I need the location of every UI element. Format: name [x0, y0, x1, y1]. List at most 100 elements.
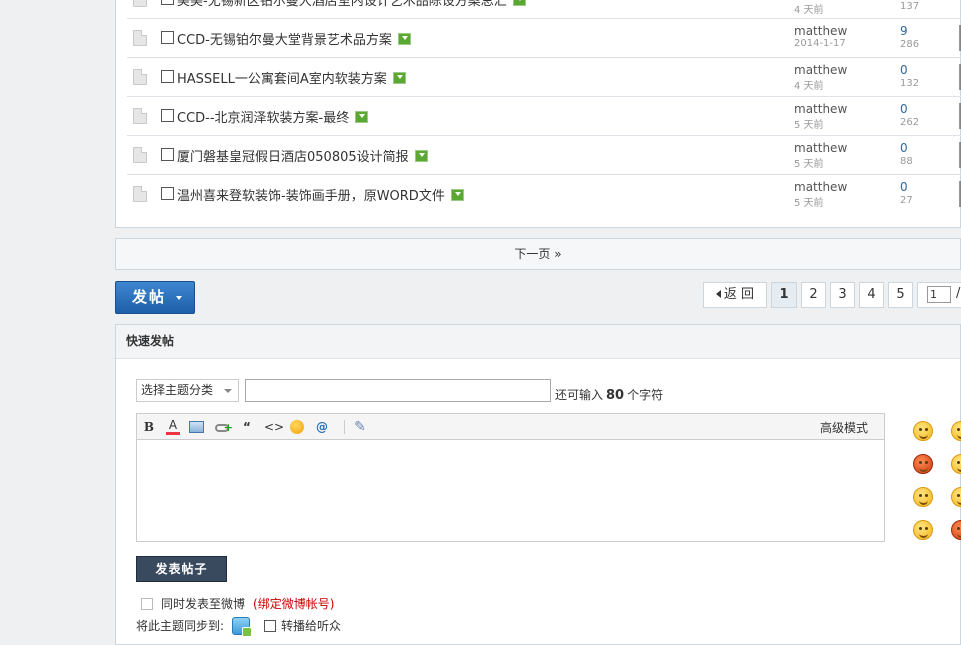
select-checkbox[interactable] [161, 0, 174, 5]
new-post-button[interactable]: 发帖 [115, 281, 195, 314]
chevron-down-icon [224, 389, 232, 393]
attachment-image-icon [392, 72, 406, 84]
submit-post-button[interactable]: 发表帖子 [136, 556, 227, 582]
thread-views: 88 [900, 156, 913, 167]
document-icon [133, 147, 147, 163]
category-select[interactable]: 选择主题分类 [136, 379, 239, 402]
counter-suffix: 个字符 [627, 388, 664, 402]
smiley-shy-icon[interactable] [913, 520, 933, 540]
counter-prefix: 还可输入 [555, 388, 604, 402]
page-2[interactable]: 2 [801, 282, 826, 308]
thread-title[interactable]: CCD--北京润泽软装方案-最终 [177, 107, 369, 126]
broadcast-checkbox[interactable] [264, 620, 277, 632]
thread-replies[interactable]: 0 [900, 63, 908, 77]
thread-views: 286 [900, 39, 920, 50]
thread-replies[interactable]: 0 [900, 141, 908, 155]
select-checkbox[interactable] [161, 31, 174, 44]
tencent-weibo-icon[interactable] [232, 617, 253, 637]
smiley-icon[interactable] [913, 421, 933, 441]
document-icon [133, 0, 147, 7]
chevron-down-icon [176, 296, 182, 300]
table-row[interactable]: CCD-无锡铂尔曼大堂背景艺术品方案 matthew 2014-1-17 9 2… [127, 19, 961, 58]
page-jump-input[interactable]: 1 [927, 286, 951, 303]
smiley-icon[interactable] [951, 454, 961, 474]
select-checkbox[interactable] [161, 148, 174, 161]
smiley-laugh-icon[interactable] [913, 487, 933, 507]
table-row[interactable]: 美美-无锡新区铂尔曼大酒店室内设计艺术品陈设方案总汇 4 天前 137 [127, 0, 961, 19]
chevron-left-icon [715, 290, 721, 298]
bind-weibo-link[interactable]: (绑定微博帐号) [253, 597, 334, 611]
thread-date: 5 天前 [794, 198, 824, 209]
subject-input[interactable] [245, 379, 551, 402]
attachment-icon[interactable]: ✎ [352, 419, 368, 435]
attachment-image-icon [414, 150, 428, 162]
table-row[interactable]: HASSELL一公寓套间A室内软装方案 matthew 4 天前 0 132 [127, 58, 961, 97]
thread-date: 4 天前 [794, 81, 824, 92]
back-label: 返 回 [723, 287, 755, 302]
table-row[interactable]: CCD--北京润泽软装方案-最终 matthew 5 天前 0 262 [127, 97, 961, 136]
weibo-checkbox[interactable] [141, 598, 153, 610]
weibo-label: 同时发表至微博 [161, 597, 246, 611]
page-separator: / [956, 286, 961, 301]
category-select-value: 选择主题分类 [141, 383, 214, 397]
editor: B A “ <> @ ✎ 高级模式 [136, 413, 885, 542]
smiley-icon[interactable] [951, 421, 961, 441]
smiley-angry-icon[interactable] [913, 454, 933, 474]
thread-title[interactable]: 温州喜来登软装饰-装饰画手册，原WORD文件 [177, 185, 464, 204]
advanced-mode-link[interactable]: 高级模式 [820, 419, 868, 436]
emoticon-icon[interactable] [290, 420, 304, 434]
back-button[interactable]: 返 回 [703, 282, 767, 308]
char-counter: 还可输入 80 个字符 [555, 386, 663, 403]
thread-author[interactable]: matthew [794, 141, 847, 155]
bold-icon[interactable]: B [141, 419, 157, 435]
attachment-image-icon [355, 111, 369, 123]
thread-replies[interactable]: 0 [900, 102, 908, 116]
thread-views: 27 [900, 195, 913, 206]
thread-author[interactable]: matthew [794, 63, 847, 77]
thread-author[interactable]: matthew [794, 102, 847, 116]
thread-title[interactable]: CCD-无锡铂尔曼大堂背景艺术品方案 [177, 29, 411, 48]
forum-page: 美美-无锡新区铂尔曼大酒店室内设计艺术品陈设方案总汇 4 天前 137 CCD-… [115, 0, 961, 645]
toolbar-divider [344, 420, 345, 434]
quote-icon[interactable]: “ [239, 419, 255, 435]
code-icon[interactable]: <> [264, 419, 284, 435]
thread-title[interactable]: HASSELL一公寓套间A室内软装方案 [177, 68, 406, 87]
editor-toolbar: B A “ <> @ ✎ 高级模式 [137, 414, 884, 440]
smiley-icon[interactable] [951, 487, 961, 507]
thread-author[interactable]: matthew [794, 24, 847, 38]
table-row[interactable]: 厦门磐基皇冠假日酒店050805设计简报 matthew 5 天前 0 88 [127, 136, 961, 175]
select-checkbox[interactable] [161, 109, 174, 122]
quick-post-panel: 快速发帖 选择主题分类 还可输入80个字符 B A “ <> @ ✎ 高级模式 [115, 324, 961, 645]
quick-post-title: 快速发帖 [116, 325, 960, 359]
document-icon [133, 69, 147, 85]
thread-replies[interactable]: 9 [900, 24, 908, 38]
document-icon [133, 30, 147, 46]
thread-date: 4 天前 [794, 5, 824, 16]
smiley-icon[interactable] [951, 520, 961, 540]
image-icon[interactable] [189, 421, 204, 433]
thread-replies[interactable]: 0 [900, 180, 908, 194]
select-checkbox[interactable] [161, 70, 174, 83]
page-1[interactable]: 1 [771, 282, 797, 308]
thread-title[interactable]: 美美-无锡新区铂尔曼大酒店室内设计艺术品陈设方案总汇 [177, 0, 526, 9]
mention-icon[interactable]: @ [314, 419, 330, 435]
sync-option: 将此主题同步到: 转播给听众 [136, 617, 341, 637]
font-color-icon[interactable]: A [165, 419, 181, 435]
select-checkbox[interactable] [161, 187, 174, 200]
document-icon [133, 108, 147, 124]
new-post-label: 发帖 [132, 288, 167, 306]
thread-title[interactable]: 厦门磐基皇冠假日酒店050805设计简报 [177, 146, 428, 165]
thread-author[interactable]: matthew [794, 180, 847, 194]
page-3[interactable]: 3 [830, 282, 855, 308]
page-4[interactable]: 4 [859, 282, 884, 308]
thread-date: 2014-1-17 [794, 38, 846, 49]
next-page-link[interactable]: 下一页 » [115, 238, 961, 270]
attachment-image-icon [450, 189, 464, 201]
thread-views: 132 [900, 78, 920, 89]
table-row[interactable]: 温州喜来登软装饰-装饰画手册，原WORD文件 matthew 5 天前 0 27 [127, 175, 961, 214]
page-5[interactable]: 5 [888, 282, 913, 308]
attachment-image-icon [512, 0, 526, 6]
link-icon[interactable] [215, 420, 233, 436]
thread-views: 137 [900, 1, 920, 12]
thread-date: 5 天前 [794, 159, 824, 170]
